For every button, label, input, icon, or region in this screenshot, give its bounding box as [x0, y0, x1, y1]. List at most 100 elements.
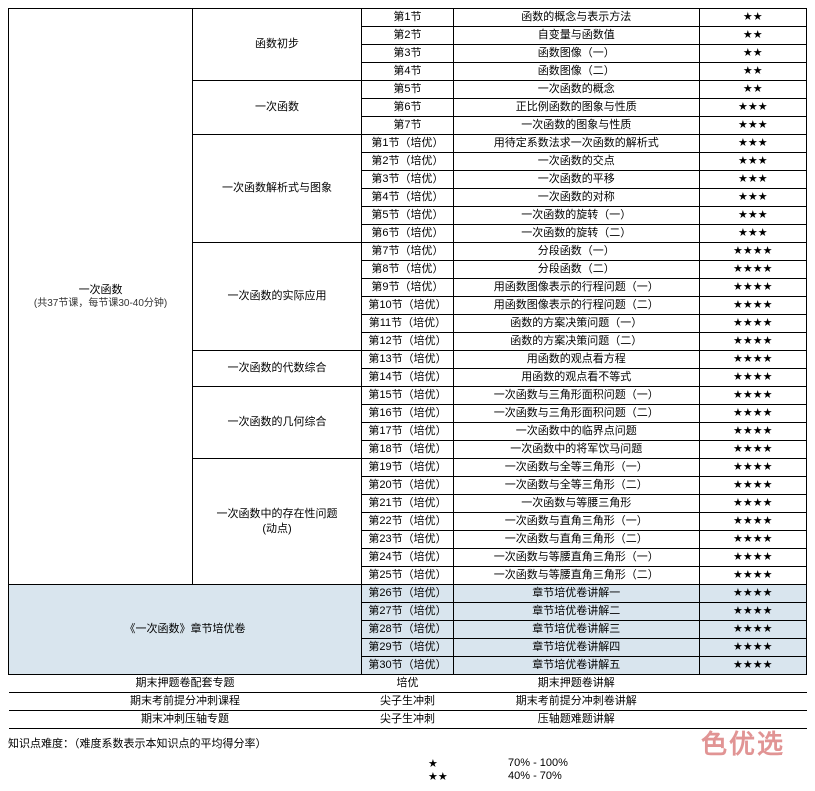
- lesson-cell: 第7节（培优）: [361, 243, 453, 261]
- lesson-title-cell: 函数的方案决策问题（一）: [454, 315, 700, 333]
- stars-cell: ★★★★: [699, 279, 806, 297]
- stars-cell: ★★★: [699, 135, 806, 153]
- lesson-cell: 第1节（培优）: [361, 135, 453, 153]
- lesson-cell: 第8节（培优）: [361, 261, 453, 279]
- stars-cell: ★★★★: [699, 513, 806, 531]
- lesson-cell: 第18节（培优）: [361, 441, 453, 459]
- legend-range: 70% - 100%: [508, 757, 628, 770]
- lesson-title-cell: 一次函数的平移: [454, 171, 700, 189]
- stars-cell: ★★★: [699, 171, 806, 189]
- lesson-title-cell: 章节培优卷讲解三: [454, 621, 700, 639]
- legend-star: ★★: [428, 770, 508, 783]
- curriculum-table: 一次函数(共37节课，每节课30-40分钟)函数初步第1节函数的概念与表示方法★…: [8, 8, 807, 729]
- lesson-title-cell: 一次函数的图象与性质: [454, 117, 700, 135]
- stars-cell: ★★★★: [699, 639, 806, 657]
- lesson-title-cell: 用函数的观点看方程: [454, 351, 700, 369]
- lesson-cell: 第6节（培优）: [361, 225, 453, 243]
- lesson-cell: 第9节（培优）: [361, 279, 453, 297]
- stars-cell: ★★★★: [699, 351, 806, 369]
- lesson-title-cell: 用函数的观点看不等式: [454, 369, 700, 387]
- lesson-cell: 第19节（培优）: [361, 459, 453, 477]
- footer-topic: 期末考前提分冲刺课程: [9, 693, 362, 711]
- lesson-title-cell: 函数的概念与表示方法: [454, 9, 700, 27]
- table-row: 一次函数(共37节课，每节课30-40分钟)函数初步第1节函数的概念与表示方法★…: [9, 9, 807, 27]
- stars-cell: ★★★★: [699, 477, 806, 495]
- footer-level: 尖子生冲刺: [361, 693, 453, 711]
- lesson-title-cell: 自变量与函数值: [454, 27, 700, 45]
- stars-cell: ★★★★: [699, 423, 806, 441]
- lesson-cell: 第24节（培优）: [361, 549, 453, 567]
- lesson-cell: 第6节: [361, 99, 453, 117]
- lesson-title-cell: 分段函数（二）: [454, 261, 700, 279]
- stars-cell: ★★★: [699, 189, 806, 207]
- lesson-title-cell: 一次函数与全等三角形（二）: [454, 477, 700, 495]
- stars-cell: ★★: [699, 45, 806, 63]
- topic-cell: 一次函数中的存在性问题 (动点): [193, 459, 362, 585]
- lesson-title-cell: 一次函数与全等三角形（一）: [454, 459, 700, 477]
- stars-cell: ★★★★: [699, 369, 806, 387]
- lesson-cell: 第23节（培优）: [361, 531, 453, 549]
- stars-cell: ★★★★: [699, 441, 806, 459]
- stars-cell: ★★: [699, 27, 806, 45]
- lesson-title-cell: 一次函数与三角形面积问题（二）: [454, 405, 700, 423]
- stars-cell: ★★★★: [699, 657, 806, 675]
- lesson-cell: 第22节（培优）: [361, 513, 453, 531]
- difficulty-note: 知识点难度：（难度系数表示本知识点的平均得分率）: [8, 735, 807, 751]
- lesson-title-cell: 一次函数的旋转（二）: [454, 225, 700, 243]
- lesson-title-cell: 用待定系数法求一次函数的解析式: [454, 135, 700, 153]
- lesson-cell: 第7节: [361, 117, 453, 135]
- lesson-cell: 第15节（培优）: [361, 387, 453, 405]
- lesson-title-cell: 章节培优卷讲解四: [454, 639, 700, 657]
- legend-range: 40% - 70%: [508, 770, 628, 783]
- main-section-cell: 一次函数(共37节课，每节课30-40分钟): [9, 9, 193, 585]
- stars-cell: ★★★★: [699, 585, 806, 603]
- lesson-title-cell: 一次函数的概念: [454, 81, 700, 99]
- footer-empty: [699, 711, 806, 729]
- stars-cell: ★★: [699, 63, 806, 81]
- lesson-title-cell: 函数图像（一）: [454, 45, 700, 63]
- lesson-title-cell: 用函数图像表示的行程问题（一）: [454, 279, 700, 297]
- lesson-cell: 第3节（培优）: [361, 171, 453, 189]
- stars-cell: ★★★★: [699, 621, 806, 639]
- lesson-cell: 第10节（培优）: [361, 297, 453, 315]
- stars-cell: ★★★★: [699, 495, 806, 513]
- stars-cell: ★★★★: [699, 549, 806, 567]
- lesson-title-cell: 一次函数的交点: [454, 153, 700, 171]
- stars-cell: ★★★: [699, 117, 806, 135]
- lesson-cell: 第20节（培优）: [361, 477, 453, 495]
- lesson-title-cell: 分段函数（一）: [454, 243, 700, 261]
- legend-row: ★★ 40% - 70%: [428, 770, 807, 783]
- footer-level: 培优: [361, 675, 453, 693]
- stars-cell: ★★★★: [699, 333, 806, 351]
- lesson-title-cell: 章节培优卷讲解一: [454, 585, 700, 603]
- lesson-cell: 第11节（培优）: [361, 315, 453, 333]
- lesson-cell: 第2节: [361, 27, 453, 45]
- stars-cell: ★★★: [699, 153, 806, 171]
- lesson-title-cell: 一次函数与等腰直角三角形（二）: [454, 567, 700, 585]
- footer-empty: [699, 693, 806, 711]
- lesson-title-cell: 一次函数中的将军饮马问题: [454, 441, 700, 459]
- main-section-title: 一次函数: [13, 283, 188, 297]
- lesson-title-cell: 函数的方案决策问题（二）: [454, 333, 700, 351]
- stars-cell: ★★★★: [699, 603, 806, 621]
- lesson-title-cell: 一次函数与三角形面积问题（一）: [454, 387, 700, 405]
- stars-cell: ★★: [699, 81, 806, 99]
- legend: ★ 70% - 100% ★★ 40% - 70%: [8, 757, 807, 783]
- lesson-title-cell: 一次函数的对称: [454, 189, 700, 207]
- topic-cell: 一次函数的几何综合: [193, 387, 362, 459]
- lesson-cell: 第28节（培优）: [361, 621, 453, 639]
- footer-topic: 期末冲刺压轴专题: [9, 711, 362, 729]
- legend-star: ★: [428, 757, 508, 770]
- stars-cell: ★★★★: [699, 531, 806, 549]
- lesson-title-cell: 一次函数的旋转（一）: [454, 207, 700, 225]
- stars-cell: ★★★: [699, 207, 806, 225]
- lesson-cell: 第5节: [361, 81, 453, 99]
- stars-cell: ★★★★: [699, 243, 806, 261]
- footer-desc: 期末押题卷讲解: [454, 675, 700, 693]
- topic-cell: 一次函数的代数综合: [193, 351, 362, 387]
- lesson-title-cell: 一次函数中的临界点问题: [454, 423, 700, 441]
- lesson-cell: 第30节（培优）: [361, 657, 453, 675]
- lesson-title-cell: 用函数图像表示的行程问题（二）: [454, 297, 700, 315]
- main-section-subtitle: (共37节课，每节课30-40分钟): [13, 297, 188, 310]
- lesson-title-cell: 函数图像（二）: [454, 63, 700, 81]
